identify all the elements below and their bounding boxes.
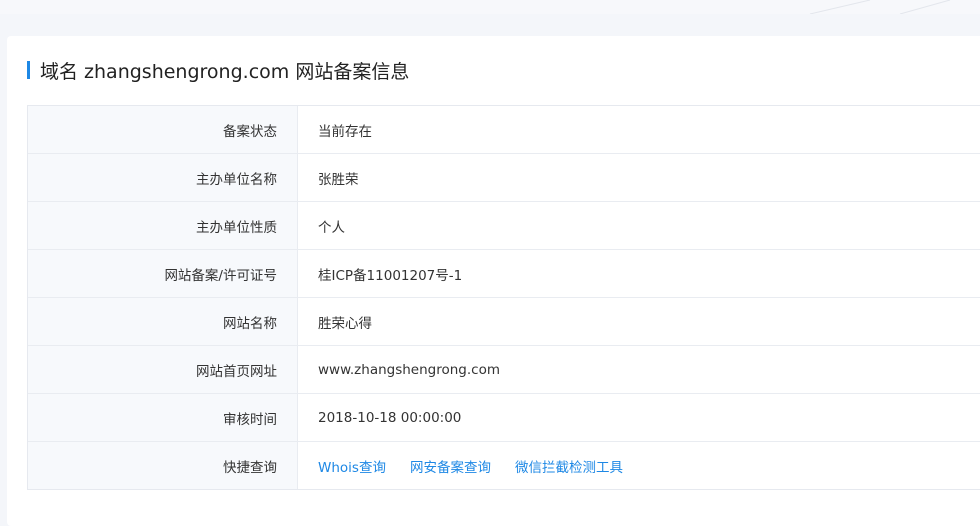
row-value: 桂ICP备11001207号-1 (318, 267, 463, 284)
row-value: www.zhangshengrong.com (318, 361, 500, 378)
row-label: 网站首页网址 (28, 346, 298, 393)
table-row: 网站首页网址 www.zhangshengrong.com (28, 346, 980, 394)
row-value: 张胜荣 (318, 171, 359, 188)
whois-query-link[interactable]: Whois查询 (318, 456, 386, 476)
row-label: 审核时间 (28, 394, 298, 441)
table-row: 审核时间 2018-10-18 00:00:00 (28, 394, 980, 442)
section-heading: 域名 zhangshengrong.com 网站备案信息 (27, 58, 410, 83)
table-row: 主办单位名称 张胜荣 (28, 154, 980, 202)
table-row: 备案状态 当前存在 (28, 106, 980, 154)
row-label: 主办单位名称 (28, 154, 298, 201)
row-value: 胜荣心得 (318, 315, 372, 332)
record-info-table: 备案状态 当前存在 主办单位名称 张胜荣 主办单位性质 个人 网站备案/许可证号… (27, 105, 980, 490)
decorative-lines (809, 0, 951, 14)
row-label: 主办单位性质 (28, 202, 298, 249)
table-row: 主办单位性质 个人 (28, 202, 980, 250)
row-value: 个人 (318, 219, 345, 236)
row-value: 当前存在 (318, 123, 372, 140)
top-strip (0, 0, 980, 14)
wechat-block-check-tool-link[interactable]: 微信拦截检测工具 (515, 456, 623, 476)
row-label: 网站名称 (28, 298, 298, 345)
record-card: 域名 zhangshengrong.com 网站备案信息 备案状态 当前存在 主… (7, 36, 980, 526)
row-label: 网站备案/许可证号 (28, 250, 298, 297)
page-title: 域名 zhangshengrong.com 网站备案信息 (40, 60, 410, 83)
table-row: 网站名称 胜荣心得 (28, 298, 980, 346)
row-value: 2018-10-18 00:00:00 (318, 409, 462, 426)
heading-accent-bar (27, 61, 30, 79)
row-label: 备案状态 (28, 106, 298, 153)
quick-query-row: 快捷查询 Whois查询 网安备案查询 微信拦截检测工具 (28, 442, 980, 489)
table-row: 网站备案/许可证号 桂ICP备11001207号-1 (28, 250, 980, 298)
public-security-record-query-link[interactable]: 网安备案查询 (410, 456, 491, 476)
quick-query-links: Whois查询 网安备案查询 微信拦截检测工具 (298, 442, 980, 489)
quick-query-label: 快捷查询 (28, 442, 298, 489)
